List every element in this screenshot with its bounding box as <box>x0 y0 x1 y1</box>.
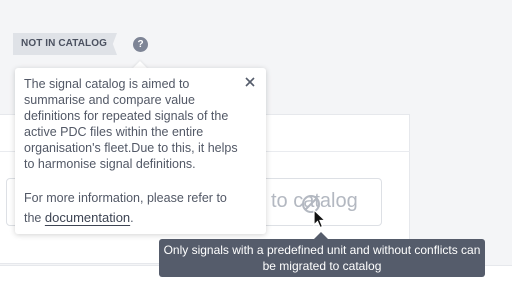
documentation-link[interactable]: documentation <box>45 210 130 225</box>
status-tag: NOT IN CATALOG <box>13 33 117 55</box>
tooltip-arrow <box>314 232 328 239</box>
status-tag-label: NOT IN CATALOG <box>21 38 108 49</box>
mouse-cursor-icon <box>313 209 327 229</box>
help-icon-glyph: ? <box>137 39 144 50</box>
disabled-reason-tooltip: Only signals with a predefined unit and … <box>159 239 485 277</box>
popover-body: The signal catalog is aimed to summarise… <box>24 77 238 171</box>
help-icon[interactable]: ? <box>133 37 148 52</box>
tooltip-text: Only signals with a predefined unit and … <box>163 243 481 273</box>
popover-more-info: For more information, please refer to th… <box>24 188 246 228</box>
popover-more-suffix: . <box>130 211 134 225</box>
